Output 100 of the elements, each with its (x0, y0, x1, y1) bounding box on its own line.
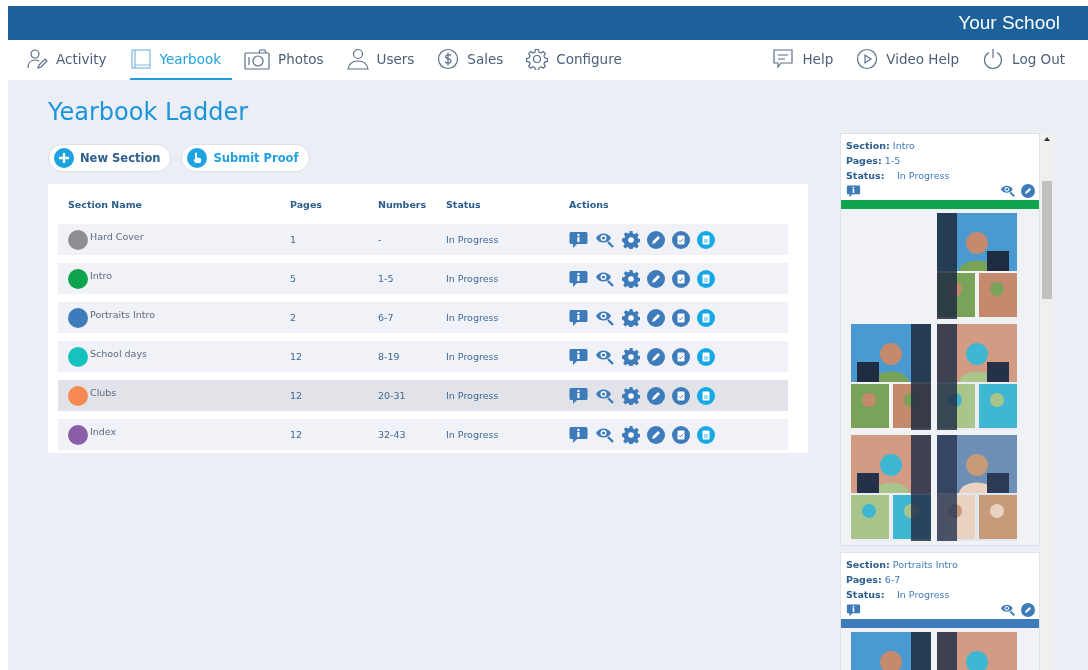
scroll-up-icon[interactable] (1044, 137, 1050, 141)
field-value: Intro (892, 140, 915, 151)
document-check-icon[interactable] (672, 308, 690, 327)
nav-link[interactable]: Video Help (856, 40, 971, 80)
info-bubble-icon[interactable] (569, 308, 588, 327)
nav-tab[interactable]: Activity (26, 40, 118, 80)
scrollbar-thumb[interactable] (1042, 181, 1052, 299)
document-icon[interactable] (697, 308, 715, 327)
field-label: Pages: (846, 574, 882, 585)
section-name: Hard Cover (90, 231, 144, 242)
document-check-icon[interactable] (672, 425, 690, 444)
dollar-icon (437, 48, 460, 70)
eye-magnifier-icon[interactable] (1000, 183, 1016, 198)
nav-tab[interactable]: Configure (526, 40, 633, 80)
document-check-icon[interactable] (672, 269, 690, 288)
school-name: Your School (958, 12, 1060, 34)
pencil-icon[interactable] (647, 386, 665, 405)
table-cell-text: - (378, 234, 383, 245)
section-name: Intro (90, 270, 113, 281)
document-check-icon[interactable] (672, 386, 690, 405)
table-cell-text: 12 (290, 390, 304, 401)
field-label: Status: (846, 588, 886, 602)
pencil-icon[interactable] (647, 308, 665, 327)
section-name: School days (90, 348, 147, 359)
document-icon[interactable] (697, 269, 715, 288)
table-cell-text: 20-31 (378, 390, 407, 401)
field-label: Pages: (846, 155, 882, 166)
table-cell-text: In Progress (446, 312, 500, 323)
table-row[interactable]: Hard Cover 1 - In Progress (58, 224, 788, 255)
document-icon[interactable] (697, 230, 715, 249)
section-name: Portraits Intro (90, 309, 155, 320)
section-name: Clubs (90, 387, 117, 398)
pencil-icon[interactable] (1021, 183, 1035, 198)
document-check-icon[interactable] (672, 347, 690, 366)
table-cell-text: 12 (290, 429, 304, 440)
settings-icon[interactable] (622, 386, 640, 405)
table-cell-text: 5 (290, 273, 298, 284)
table-cell-text: In Progress (446, 429, 500, 440)
pencil-icon[interactable] (647, 269, 665, 288)
power-icon (982, 48, 1005, 70)
table-row[interactable]: School days 12 8-19 In Progress (58, 341, 788, 372)
field-value: Portraits Intro (892, 559, 958, 570)
column-header: Actions (569, 198, 610, 210)
table-cell-text: 1 (290, 234, 298, 245)
info-bubble-icon[interactable] (569, 425, 588, 444)
field-value: In Progress (897, 170, 950, 181)
field-value: 1-5 (884, 155, 901, 166)
document-icon[interactable] (697, 347, 715, 366)
table-cell-text: 1-5 (378, 273, 395, 284)
camera-icon (244, 48, 270, 70)
nav-link[interactable]: Help (772, 40, 845, 80)
column-header: Pages (290, 198, 324, 210)
info-bubble-icon[interactable] (569, 347, 588, 366)
column-header: Status (446, 198, 482, 210)
table-cell-text: 32-43 (378, 429, 407, 440)
table-cell-text: 8-19 (378, 351, 401, 362)
table-row[interactable]: Intro 5 1-5 In Progress (58, 263, 788, 294)
table-cell-text: In Progress (446, 273, 500, 284)
nav-tab[interactable]: Photos (244, 40, 335, 80)
table-cell-text: 2 (290, 312, 298, 323)
info-bubble-icon[interactable] (846, 183, 861, 198)
settings-icon[interactable] (622, 269, 640, 288)
pencil-icon[interactable] (647, 230, 665, 249)
nav-tab[interactable]: Sales (437, 40, 515, 80)
field-label: Status: (846, 169, 886, 183)
table-cell-text: In Progress (446, 390, 500, 401)
settings-icon[interactable] (622, 347, 640, 366)
book-icon (129, 48, 152, 70)
document-icon[interactable] (697, 386, 715, 405)
table-cell-text: 12 (290, 351, 304, 362)
settings-icon[interactable] (622, 425, 640, 444)
document-icon[interactable] (697, 425, 715, 444)
nav-link[interactable]: Log Out (982, 40, 1076, 80)
info-bubble-icon[interactable] (846, 602, 861, 617)
table-row[interactable]: Portraits Intro 2 6-7 In Progress (58, 302, 788, 333)
document-check-icon[interactable] (672, 230, 690, 249)
user-pencil-icon (26, 48, 48, 70)
table-row[interactable]: Index 12 32-43 In Progress (58, 419, 788, 450)
table-row[interactable]: Clubs 12 20-31 In Progress (58, 380, 788, 411)
user-icon (346, 48, 369, 70)
new-section-button[interactable]: New Section (48, 144, 172, 172)
scrollbar[interactable] (1040, 133, 1054, 670)
info-bubble-icon[interactable] (569, 269, 588, 288)
table-cell-text: 6-7 (378, 312, 395, 323)
field-value: 6-7 (884, 574, 901, 585)
settings-icon[interactable] (622, 308, 640, 327)
column-header: Numbers (378, 198, 428, 210)
settings-icon (526, 48, 549, 70)
column-header: Section Name (68, 198, 143, 210)
eye-magnifier-icon[interactable] (1000, 602, 1016, 617)
nav-tab[interactable]: Users (346, 40, 426, 80)
pencil-icon[interactable] (647, 425, 665, 444)
pencil-icon[interactable] (1021, 602, 1035, 617)
pencil-icon[interactable] (647, 347, 665, 366)
field-label: Section: (846, 559, 890, 570)
play-icon (856, 48, 879, 70)
settings-icon[interactable] (622, 230, 640, 249)
info-bubble-icon[interactable] (569, 230, 588, 249)
field-value: In Progress (897, 589, 950, 600)
info-bubble-icon[interactable] (569, 386, 588, 405)
